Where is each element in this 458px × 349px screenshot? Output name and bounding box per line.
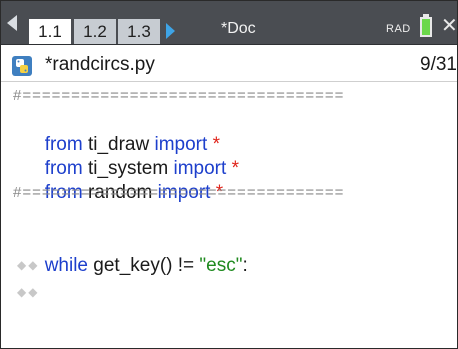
python-file-icon bbox=[12, 56, 32, 76]
string-literal: "esc" bbox=[199, 255, 243, 276]
tab-1-1[interactable]: 1.1 bbox=[29, 19, 71, 44]
code-line-divider-2: #================================= bbox=[13, 184, 345, 201]
close-icon[interactable]: ✕ bbox=[441, 16, 457, 36]
calculator-screen: 1.1 1.2 1.3 *Doc RAD ✕ *randcircs.py 9/3… bbox=[0, 0, 458, 349]
document-tab-bar: 1.1 1.2 1.3 *Doc RAD ✕ bbox=[1, 1, 457, 45]
wildcard: * bbox=[226, 158, 239, 179]
code-line-import-random: from random import * bbox=[13, 157, 223, 203]
file-name: *randcircs.py bbox=[45, 54, 155, 75]
code-editor[interactable]: #================================= from … bbox=[1, 82, 457, 348]
battery-icon bbox=[420, 17, 432, 37]
scroll-left-arrow-icon[interactable] bbox=[7, 15, 17, 31]
line-position-indicator: 9/31 bbox=[420, 54, 457, 75]
tab-1-3[interactable]: 1.3 bbox=[118, 19, 160, 44]
indent-marker-icon: ◆◆ bbox=[17, 285, 40, 299]
operator: != bbox=[177, 255, 200, 276]
angle-mode-indicator: RAD bbox=[386, 23, 411, 35]
code-line-while: while get_key() != "esc": bbox=[13, 230, 248, 276]
tab-1-2[interactable]: 1.2 bbox=[74, 19, 116, 44]
scroll-right-arrow-icon[interactable] bbox=[166, 23, 175, 39]
code-line-import-ti-draw: from ti_draw import * bbox=[13, 109, 220, 155]
function-call: get_key() bbox=[88, 255, 178, 276]
document-title: *Doc bbox=[221, 20, 256, 37]
code-line-divider: #================================= bbox=[13, 87, 345, 104]
keyword-while: while bbox=[44, 255, 88, 276]
code-line-import-ti-system: from ti_system import * bbox=[13, 133, 239, 179]
file-header: *randcircs.py 9/31 bbox=[1, 45, 457, 82]
colon: : bbox=[242, 255, 248, 276]
indent-marker-icon: ◆◆ bbox=[17, 258, 40, 272]
